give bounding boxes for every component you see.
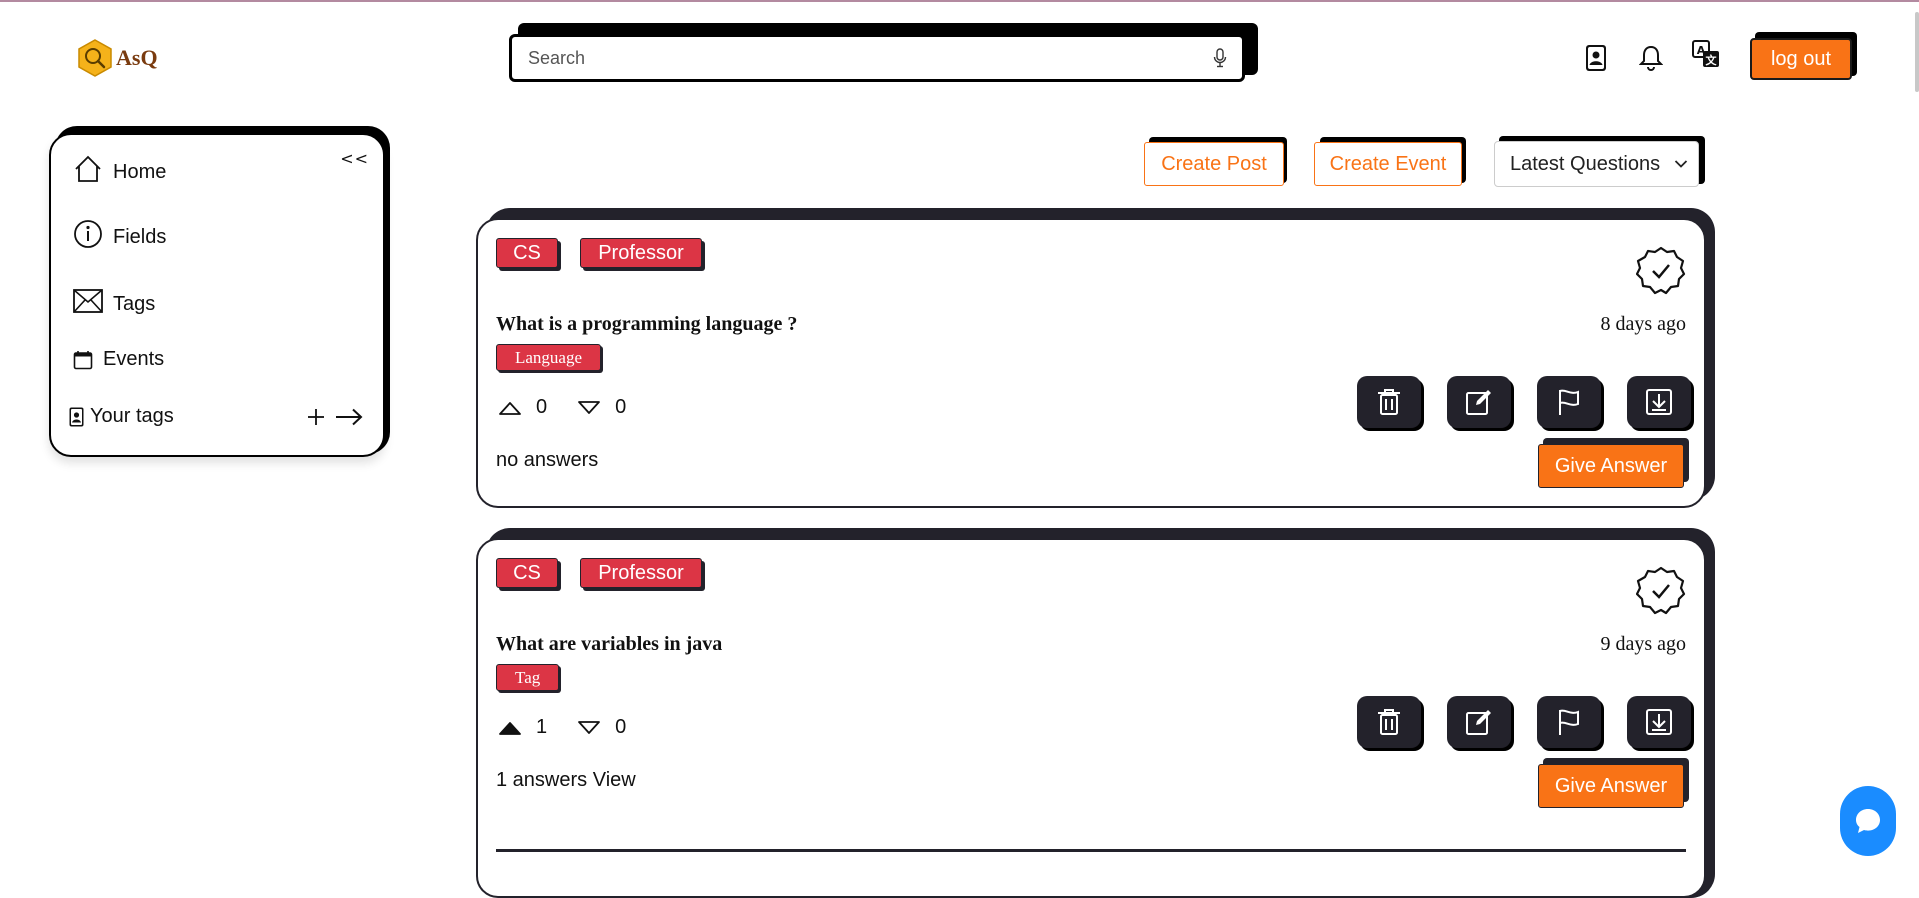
create-event-button[interactable]: Create Event	[1314, 142, 1462, 186]
edit-button[interactable]	[1447, 376, 1511, 428]
info-icon	[73, 219, 103, 249]
sort-select-value: Latest Questions	[1510, 152, 1661, 175]
delete-button[interactable]	[1357, 696, 1421, 748]
svg-text:文: 文	[1706, 53, 1718, 67]
report-button[interactable]	[1537, 376, 1601, 428]
page-scrollbar[interactable]	[1915, 12, 1919, 92]
field-chip[interactable]: CS	[496, 558, 558, 588]
chat-button[interactable]	[1840, 786, 1896, 856]
sidebar-item-tags[interactable]: Tags	[73, 285, 155, 316]
sidebar-item-label: Tags	[113, 293, 156, 315]
app-name: AsQ	[116, 45, 158, 70]
verified-badge-icon	[1636, 566, 1686, 615]
sidebar-item-fields[interactable]: Fields	[73, 218, 166, 249]
save-button[interactable]	[1627, 696, 1691, 748]
edit-icon	[1466, 390, 1491, 415]
top-accent-line	[0, 0, 1919, 2]
chat-bubble-icon	[1856, 809, 1880, 833]
sidebar-item-your-tags[interactable]: Your tags	[69, 405, 174, 428]
delete-button[interactable]	[1357, 376, 1421, 428]
profile-card-icon[interactable]	[1581, 42, 1611, 74]
trash-icon	[1378, 709, 1400, 735]
give-answer-button[interactable]: Give Answer	[1538, 764, 1684, 808]
vote-controls: 1 0	[498, 716, 626, 739]
upvote-icon	[499, 401, 521, 415]
upvote-count: 1	[536, 716, 548, 738]
answer-divider	[496, 849, 1686, 852]
role-chip[interactable]: Professor	[580, 558, 702, 588]
verified-badge-icon	[1636, 246, 1686, 295]
flag-icon	[1559, 709, 1579, 735]
create-post-button[interactable]: Create Post	[1144, 142, 1284, 186]
downvote-count: 0	[615, 396, 627, 418]
search-bar	[509, 34, 1245, 82]
field-chip[interactable]: CS	[496, 238, 558, 268]
app-logo[interactable]: AsQ	[76, 38, 158, 78]
envelope-icon	[73, 288, 103, 313]
post-card: CS Professor What are variables in java …	[476, 538, 1706, 898]
bell-icon[interactable]	[1636, 42, 1666, 74]
download-icon	[1646, 389, 1672, 415]
sort-select[interactable]: Latest Questions	[1494, 141, 1699, 187]
sidebar-item-home[interactable]: Home	[73, 153, 166, 184]
sidebar-item-events[interactable]: Events	[73, 348, 164, 371]
answers-link[interactable]: 1 answers View	[496, 769, 636, 792]
search-input[interactable]	[526, 46, 1212, 70]
contact-card-icon	[69, 407, 84, 427]
post-card: CS Professor What is a programming langu…	[476, 218, 1706, 508]
home-icon	[73, 154, 103, 184]
downvote-count: 0	[615, 716, 627, 738]
download-icon	[1646, 709, 1672, 735]
downvote-button[interactable]: 0	[577, 716, 626, 739]
sidebar-item-label: Home	[113, 161, 167, 183]
question-title[interactable]: What are variables in java	[496, 633, 722, 656]
question-time: 9 days ago	[1600, 633, 1686, 655]
edit-icon	[1466, 710, 1491, 735]
logout-button[interactable]: log out	[1750, 38, 1852, 80]
sidebar-item-label: Fields	[113, 226, 167, 248]
give-answer-button[interactable]: Give Answer	[1538, 444, 1684, 488]
downvote-icon	[578, 400, 601, 414]
answers-count: no answers	[496, 449, 599, 471]
trash-icon	[1378, 389, 1400, 415]
plus-icon[interactable]	[307, 408, 325, 426]
sidebar: << Home Fields Tags Events Your tags	[49, 133, 385, 457]
upvote-filled-icon	[499, 721, 521, 735]
question-tag[interactable]: Language	[496, 344, 602, 371]
role-chip[interactable]: Professor	[580, 238, 702, 268]
save-button[interactable]	[1627, 376, 1691, 428]
translate-icon[interactable]: A 文	[1691, 38, 1721, 70]
sidebar-item-label: Your tags	[90, 405, 174, 427]
upvote-button[interactable]: 1	[498, 716, 547, 739]
calendar-icon	[73, 350, 93, 370]
flag-icon	[1559, 389, 1579, 415]
collapse-sidebar-button[interactable]: <<	[340, 149, 369, 168]
question-time: 8 days ago	[1600, 313, 1686, 335]
arrow-right-icon[interactable]	[335, 408, 363, 426]
microphone-icon[interactable]	[1212, 47, 1228, 69]
vote-controls: 0 0	[498, 396, 626, 419]
chevron-down-icon	[1674, 159, 1688, 169]
question-title[interactable]: What is a programming language ?	[496, 313, 797, 336]
question-tag[interactable]: Tag	[496, 664, 560, 691]
sidebar-item-label: Events	[103, 348, 165, 370]
downvote-button[interactable]: 0	[577, 396, 626, 419]
logo-hexagon-icon	[78, 39, 112, 77]
upvote-count: 0	[536, 396, 548, 418]
report-button[interactable]	[1537, 696, 1601, 748]
upvote-button[interactable]: 0	[498, 396, 547, 419]
downvote-icon	[578, 720, 601, 734]
your-tags-actions	[307, 408, 363, 426]
edit-button[interactable]	[1447, 696, 1511, 748]
